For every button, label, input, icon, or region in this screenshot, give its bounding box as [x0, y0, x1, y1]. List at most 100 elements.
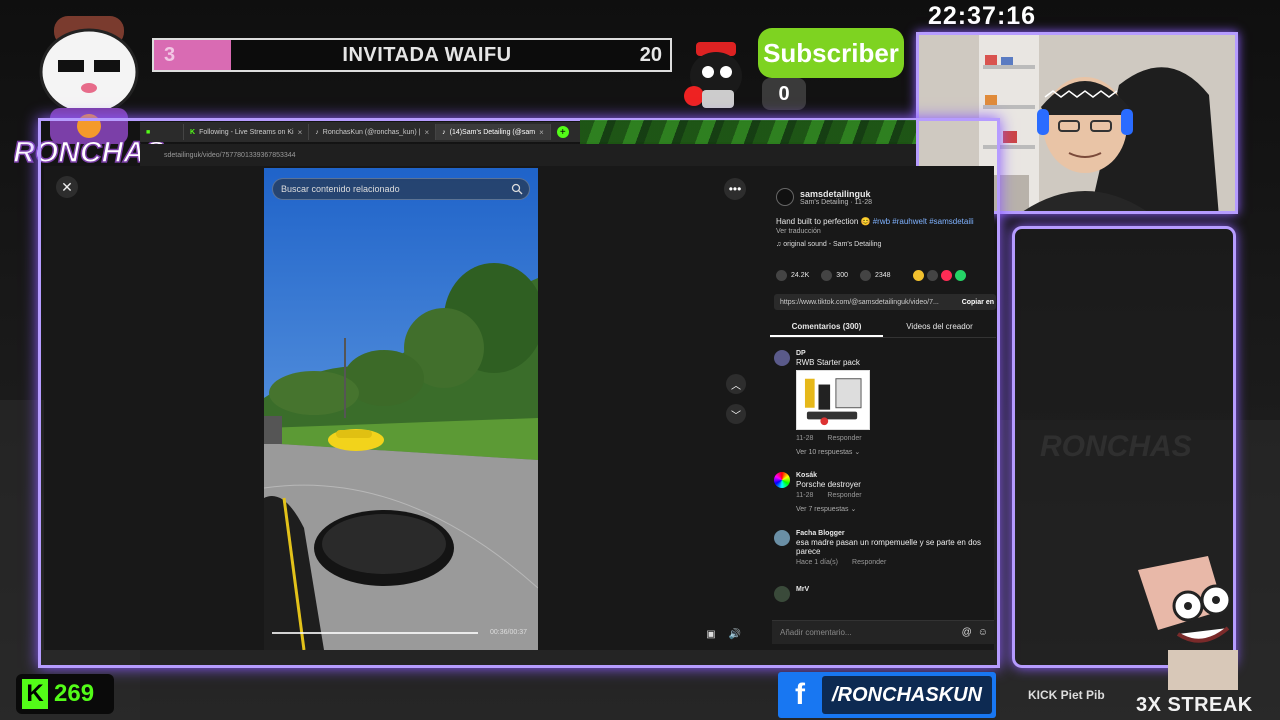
chevron-up-icon: ︿ — [731, 380, 741, 392]
comment-user[interactable]: Kosák — [796, 472, 862, 479]
tiktok-tab-icon: ♪ — [315, 128, 319, 136]
music-note-icon: ♫ — [776, 241, 782, 248]
sound-link[interactable]: ♫ original sound - Sam's Detailing — [776, 241, 881, 248]
embed-icon[interactable] — [926, 270, 938, 281]
comment-user[interactable]: DP — [796, 350, 870, 357]
commenter-avatar[interactable] — [774, 472, 790, 488]
close-tab-icon[interactable]: × — [539, 128, 544, 137]
video-caption: Hand built to perfection 😊 #rwb #rauhwel… — [776, 217, 974, 226]
reply-button[interactable]: Responder — [827, 492, 861, 499]
save-button[interactable]: 2348 — [859, 270, 891, 281]
facebook-icon: f — [795, 678, 805, 711]
browser-tab[interactable]: ♪ RonchasKun (@ronchas_kun) | × — [309, 124, 437, 140]
save-count: 2348 — [874, 272, 891, 279]
comment-text: RWB Starter pack — [796, 358, 860, 367]
new-tab-button[interactable]: + — [556, 126, 569, 138]
kick-viewer-badge: K 269 — [16, 674, 114, 714]
video-progress-bar[interactable] — [272, 632, 478, 634]
commenter-avatar[interactable] — [774, 350, 790, 366]
like-count: 24.2K — [791, 272, 810, 279]
author-avatar[interactable] — [776, 188, 794, 206]
comment-date: 11-28 — [796, 435, 814, 442]
copy-link-button[interactable]: Copiar en — [962, 299, 996, 306]
reply-button[interactable]: Responder — [852, 559, 886, 566]
like-button[interactable]: 24.2K — [776, 270, 809, 281]
related-search-input[interactable]: Buscar contenido relacionado — [272, 178, 530, 200]
bookmark-icon — [859, 270, 871, 281]
commenter-avatar[interactable] — [774, 530, 790, 546]
close-tab-icon[interactable]: × — [424, 128, 429, 137]
caption-hashtags[interactable]: #rwb #rauhwelt #samsdetaili — [873, 217, 974, 226]
facebook-banner: f /RONCHASKUN — [778, 672, 996, 718]
author-username[interactable]: samsdetailinguk — [800, 189, 872, 199]
tab-label: RonchasKun (@ronchas_kun) | — [322, 128, 421, 136]
panel-tabs: Comentarios (300) Videos del creador — [770, 320, 996, 338]
view-replies-button[interactable]: Ver 10 respuestas ⌄ — [796, 448, 870, 456]
emoji-icon[interactable]: ☺ — [978, 627, 988, 638]
whatsapp-icon[interactable] — [954, 270, 966, 281]
comment-count: 300 — [836, 272, 848, 279]
author-info[interactable]: samsdetailinguk Sam's Detailing · 11-28 — [776, 188, 872, 206]
social-icons-strip: KICK Piet Pib — [1028, 688, 1105, 702]
comment-meta: 11-28 Responder — [796, 492, 862, 499]
kick-tab-icon: K — [190, 128, 196, 136]
caption-text: Hand built to perfection — [776, 217, 859, 226]
browser-tab-pinned[interactable]: ■ — [140, 124, 184, 140]
video-player[interactable] — [264, 168, 538, 650]
tab-comments[interactable]: Comentarios (300) — [770, 320, 883, 337]
subscriber-label: Subscriber — [758, 28, 904, 78]
coin-icon[interactable] — [912, 270, 924, 281]
video-link-bar: https://www.tiktok.com/@samsdetailinguk/… — [774, 294, 996, 310]
translate-link[interactable]: Ver traducción — [776, 228, 821, 235]
comment-item: DP RWB Starter pack 11-28 Responder Ver … — [774, 350, 996, 456]
streak-label: 3X STREAK — [1136, 694, 1253, 716]
subscriber-count: 0 — [762, 78, 806, 110]
comment-user[interactable]: MrV — [796, 586, 809, 593]
send-icon[interactable] — [940, 270, 952, 281]
cartoon-character-overlay — [1138, 556, 1238, 690]
more-options-button[interactable]: ••• — [724, 178, 746, 200]
view-replies-button[interactable]: Ver 7 respuestas ⌄ — [796, 505, 862, 513]
chevron-down-icon: ⌄ — [850, 506, 857, 513]
tab-label: Following - Live Streams on Ki — [199, 128, 294, 136]
close-icon: ✕ — [61, 178, 73, 195]
comment-sticker-image[interactable] — [796, 370, 870, 430]
comment-user[interactable]: Facha Blogger — [796, 530, 994, 537]
tab-label: (14)Sam's Detailing (@sam — [449, 128, 536, 136]
tiktok-tab-icon: ♪ — [442, 128, 446, 136]
picture-in-picture-button[interactable]: ▣ — [702, 626, 720, 642]
mention-icon[interactable]: @ — [962, 627, 972, 638]
previous-video-button[interactable]: ︿ — [726, 374, 746, 394]
chevron-down-icon: ﹀ — [731, 410, 741, 422]
search-placeholder: Buscar contenido relacionado — [281, 184, 400, 194]
comment-text: Porsche destroyer — [796, 480, 861, 489]
next-video-button[interactable]: ﹀ — [726, 404, 746, 424]
comment-meta: 11-28 Responder — [796, 435, 870, 442]
kick-logo-icon: K — [22, 679, 48, 709]
comment-text: esa madre pasan un rompemuelle y se part… — [796, 538, 981, 556]
close-viewer-button[interactable]: ✕ — [56, 176, 78, 198]
browser-tab[interactable]: K Following - Live Streams on Ki × — [184, 124, 310, 140]
comment-button[interactable]: 300 — [821, 270, 848, 281]
add-comment-placeholder: Añadir comentario... — [780, 628, 852, 637]
add-comment-input[interactable]: Añadir comentario... @ ☺ — [772, 620, 994, 644]
browser-tab-active[interactable]: ♪ (14)Sam's Detailing (@sam × — [436, 124, 551, 140]
pip-icon: ▣ — [706, 628, 716, 640]
heart-icon — [776, 270, 787, 281]
stream-clock: 22:37:16 — [928, 2, 1037, 30]
kick-viewer-count: 269 — [54, 680, 95, 707]
facebook-handle: /RONCHASKUN — [822, 676, 992, 714]
comment-item: Facha Blogger esa madre pasan un rompemu… — [774, 530, 996, 566]
address-bar[interactable]: sdetailinguk/video/7577801339367853344 — [140, 144, 916, 166]
reply-button[interactable]: Responder — [827, 435, 861, 442]
commenter-avatar[interactable] — [774, 586, 790, 602]
close-tab-icon[interactable]: × — [298, 128, 303, 137]
engagement-stats: 24.2K 300 2348 — [776, 270, 966, 281]
search-icon[interactable] — [511, 183, 523, 195]
video-link: https://www.tiktok.com/@samsdetailinguk/… — [780, 298, 939, 306]
volume-button[interactable]: 🔊 — [726, 626, 744, 642]
subscriber-mascot — [684, 42, 742, 108]
ronchas-watermark: RONCHAS — [1040, 430, 1192, 463]
tab-creator-videos[interactable]: Videos del creador — [883, 320, 996, 337]
chevron-down-icon: ⌄ — [854, 449, 861, 456]
